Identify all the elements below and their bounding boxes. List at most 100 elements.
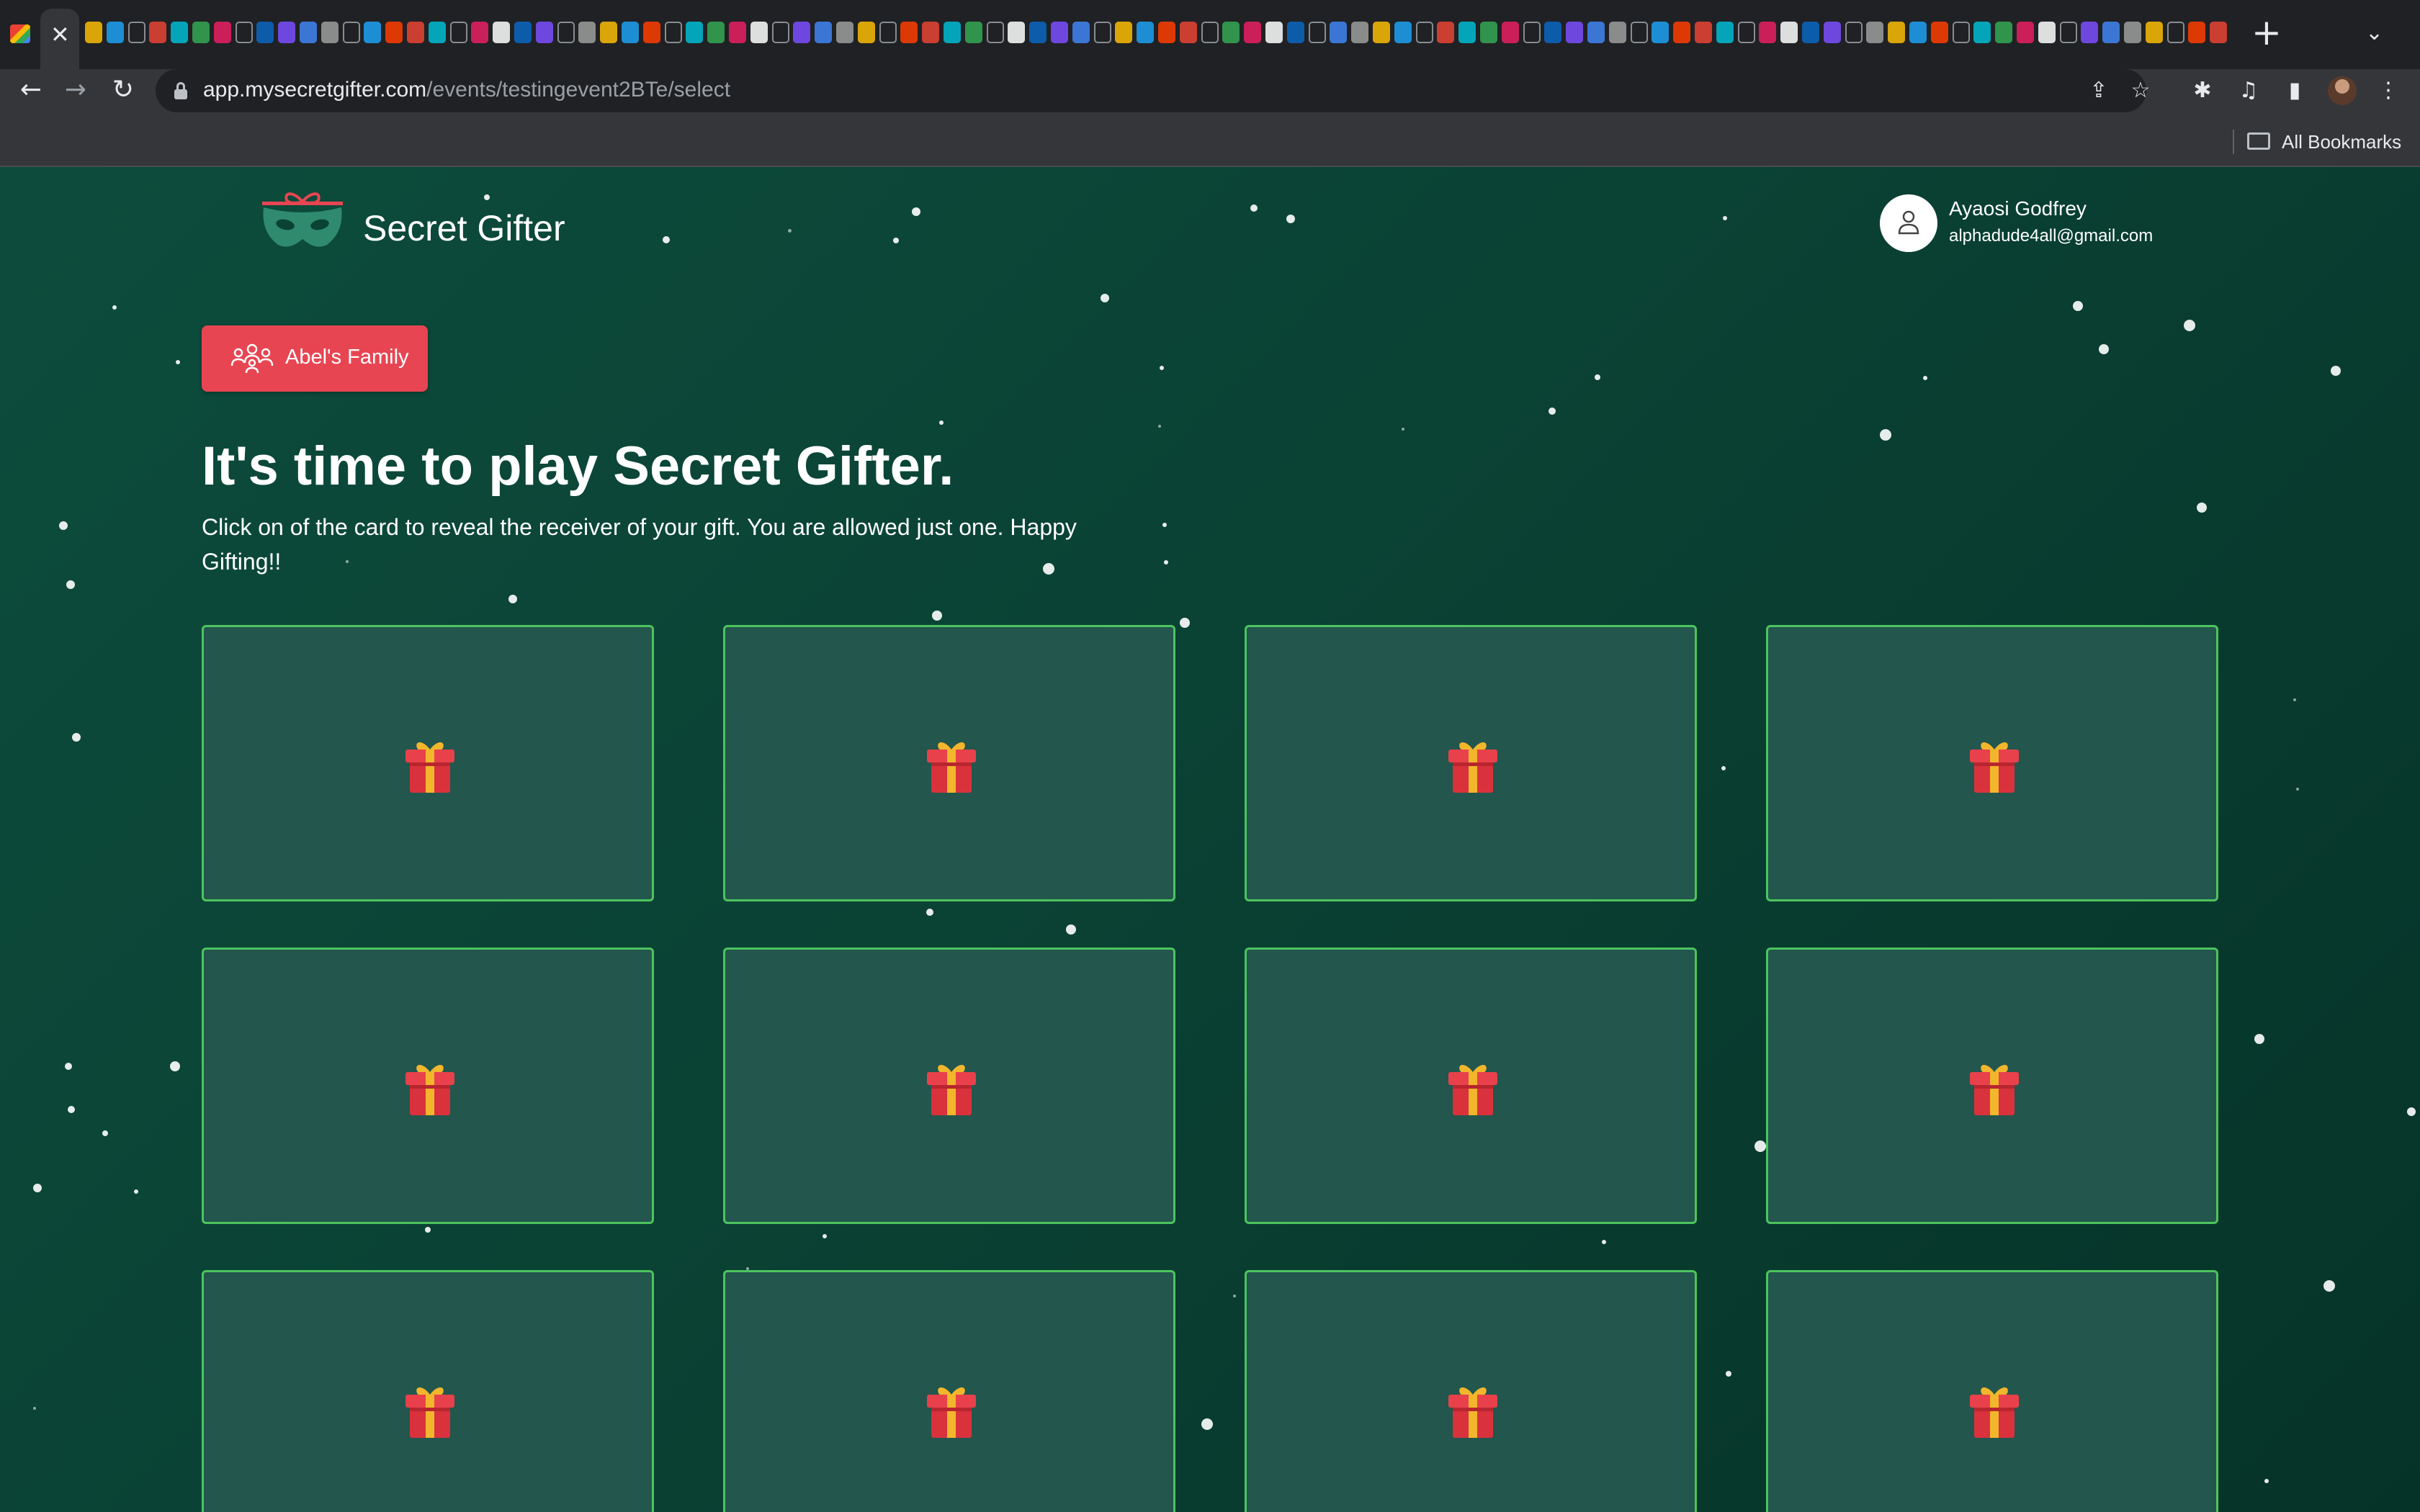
tab-favicon[interactable] xyxy=(815,22,833,43)
bookmark-star-icon[interactable]: ☆ xyxy=(2125,75,2156,107)
tab-favicon[interactable] xyxy=(2188,22,2206,43)
tab-favicon[interactable] xyxy=(1952,22,1970,43)
mask-gift-logo-icon[interactable] xyxy=(258,189,347,253)
gift-card[interactable] xyxy=(723,948,1175,1224)
gift-card[interactable] xyxy=(1245,625,1697,901)
tab-favicon[interactable] xyxy=(793,22,811,43)
tab-favicon[interactable] xyxy=(1029,22,1047,43)
tab-favicon[interactable] xyxy=(2102,22,2120,43)
tab-favicon[interactable] xyxy=(321,22,339,43)
group-selector-button[interactable]: Abel's Family xyxy=(202,325,428,392)
tab-favicon[interactable] xyxy=(1244,22,1262,43)
tab-favicon[interactable] xyxy=(1222,22,1240,43)
gift-card[interactable] xyxy=(723,625,1175,901)
tab-favicon[interactable] xyxy=(2145,22,2163,43)
tab-favicon[interactable] xyxy=(407,22,424,43)
tab-favicon[interactable] xyxy=(256,22,274,43)
tab-favicon[interactable] xyxy=(1866,22,1884,43)
tab-favicon[interactable] xyxy=(557,22,575,43)
tab-favicon[interactable] xyxy=(1115,22,1133,43)
app-logo-text[interactable]: Secret Gifter xyxy=(363,207,565,249)
tab-favicon[interactable] xyxy=(127,22,145,43)
all-bookmarks-link[interactable]: All Bookmarks xyxy=(2282,131,2401,153)
tab-favicon[interactable] xyxy=(2166,22,2184,43)
tab-favicon[interactable] xyxy=(300,22,317,43)
tab-favicon[interactable] xyxy=(1308,22,1326,43)
tab-favicon[interactable] xyxy=(149,22,167,43)
tab-favicon[interactable] xyxy=(686,22,704,43)
tab-favicon[interactable] xyxy=(213,22,231,43)
tab-favicon[interactable] xyxy=(1437,22,1455,43)
tab-favicon[interactable] xyxy=(1780,22,1798,43)
tab-favicon[interactable] xyxy=(535,22,553,43)
address-bar[interactable]: app.mysecretgifter.com/events/testingeve… xyxy=(156,69,2150,112)
tab-favicon[interactable] xyxy=(1759,22,1777,43)
tab-favicon[interactable] xyxy=(1845,22,1863,43)
tab-favicon[interactable] xyxy=(1630,22,1648,43)
tab-favicon[interactable] xyxy=(578,22,596,43)
tab-favicon[interactable] xyxy=(857,22,875,43)
gift-card[interactable] xyxy=(1245,1270,1697,1512)
tab-favicon[interactable] xyxy=(1158,22,1175,43)
tab-favicon[interactable] xyxy=(1137,22,1155,43)
tab-favicon[interactable] xyxy=(664,22,682,43)
tab-favicon[interactable] xyxy=(342,22,360,43)
tab-favicon[interactable] xyxy=(944,22,961,43)
tab-favicon[interactable] xyxy=(729,22,746,43)
gift-card[interactable] xyxy=(202,948,654,1224)
tab-favicon[interactable] xyxy=(1072,22,1090,43)
tab-favicon[interactable] xyxy=(964,22,982,43)
tab-favicon[interactable] xyxy=(1051,22,1068,43)
forward-icon[interactable]: → xyxy=(58,72,94,108)
tab-search-icon[interactable]: ⌄ xyxy=(2365,20,2383,45)
tab-favicon[interactable] xyxy=(750,22,768,43)
close-tab-icon[interactable]: ✕ xyxy=(50,23,70,46)
tab-favicon[interactable] xyxy=(1201,22,1219,43)
tab-favicon[interactable] xyxy=(1286,22,1304,43)
tab-favicon[interactable] xyxy=(192,22,210,43)
gift-card[interactable] xyxy=(1766,625,2218,901)
tab-favicon[interactable] xyxy=(1973,22,1991,43)
tab-favicon[interactable] xyxy=(2210,22,2228,43)
tab-favicon[interactable] xyxy=(771,22,789,43)
tab-favicon[interactable] xyxy=(836,22,853,43)
tab-favicon[interactable] xyxy=(1737,22,1755,43)
tab-favicon[interactable] xyxy=(171,22,189,43)
tab-favicon[interactable] xyxy=(1695,22,1712,43)
tab-favicon[interactable] xyxy=(622,22,639,43)
tab-favicon[interactable] xyxy=(1930,22,1948,43)
side-panel-icon[interactable]: ▮ xyxy=(2279,75,2311,107)
tab-favicon[interactable] xyxy=(879,22,897,43)
browser-menu-icon[interactable]: ⋮ xyxy=(2372,75,2404,107)
tab-favicon[interactable] xyxy=(1415,22,1433,43)
tab-favicon[interactable] xyxy=(1179,22,1197,43)
lock-icon[interactable] xyxy=(174,82,187,99)
tab-favicon[interactable] xyxy=(1458,22,1476,43)
tab-favicon[interactable] xyxy=(922,22,940,43)
tab-favicon[interactable] xyxy=(449,22,467,43)
tab-favicon[interactable] xyxy=(1008,22,1026,43)
tab-favicon[interactable] xyxy=(1330,22,1348,43)
back-icon[interactable]: ← xyxy=(13,72,49,108)
tab-favicon[interactable] xyxy=(1802,22,1819,43)
tab-favicon[interactable] xyxy=(514,22,532,43)
gift-card[interactable] xyxy=(1766,948,2218,1224)
gift-card[interactable] xyxy=(1766,1270,2218,1512)
tab-favicon[interactable] xyxy=(1394,22,1412,43)
user-avatar-icon[interactable] xyxy=(1880,194,1937,252)
tab-favicon[interactable] xyxy=(428,22,446,43)
tab-favicon[interactable] xyxy=(1480,22,1497,43)
tab-favicon[interactable] xyxy=(1995,22,2013,43)
profile-avatar[interactable] xyxy=(2328,76,2357,105)
tab-favicon[interactable] xyxy=(493,22,511,43)
gift-card[interactable] xyxy=(202,625,654,901)
share-icon[interactable]: ⇪ xyxy=(2083,75,2115,107)
tab-favicon[interactable] xyxy=(1608,22,1626,43)
tab-favicon[interactable] xyxy=(106,22,124,43)
tab-favicon[interactable] xyxy=(364,22,382,43)
tab-favicon[interactable] xyxy=(2081,22,2099,43)
tab-favicon[interactable] xyxy=(85,22,102,43)
gift-card[interactable] xyxy=(723,1270,1175,1512)
tab-favicon[interactable] xyxy=(986,22,1004,43)
tab-favicon[interactable] xyxy=(1265,22,1283,43)
